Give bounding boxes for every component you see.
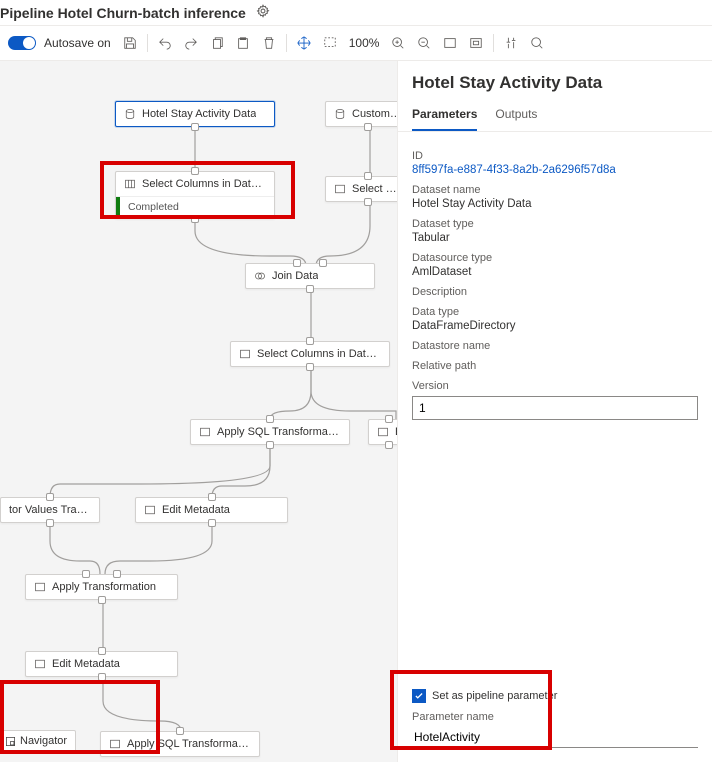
datastore-name-label: Datastore name bbox=[412, 340, 698, 352]
redo-icon[interactable] bbox=[180, 32, 202, 54]
module-icon bbox=[109, 738, 121, 750]
dataset-name-value: Hotel Stay Activity Data bbox=[412, 198, 698, 210]
dataset-icon bbox=[334, 108, 346, 120]
delete-icon[interactable] bbox=[258, 32, 280, 54]
module-icon bbox=[254, 270, 266, 282]
navigator-button[interactable]: Navigator bbox=[0, 730, 76, 752]
tab-outputs[interactable]: Outputs bbox=[495, 99, 537, 131]
node-label: tor Values Trans... bbox=[9, 504, 91, 516]
node-label: Join Data bbox=[272, 270, 318, 282]
node-label: Customer Dat bbox=[352, 108, 397, 120]
toolbar: Autosave on 100% bbox=[0, 25, 712, 61]
pipeline-param-label: Set as pipeline parameter bbox=[432, 690, 557, 702]
relative-path-label: Relative path bbox=[412, 360, 698, 372]
panel-title: Hotel Stay Activity Data bbox=[398, 61, 712, 99]
datatype-label: Data type bbox=[412, 306, 698, 318]
node-label: Edit Metadata bbox=[162, 504, 230, 516]
node-label: Hotel Stay Activity Data bbox=[142, 108, 256, 120]
gear-icon[interactable] bbox=[256, 4, 270, 21]
node-label: Apply SQL Transformation bbox=[217, 426, 341, 438]
version-label: Version bbox=[412, 380, 698, 392]
node-label: Apply SQL Transformation bbox=[127, 738, 251, 750]
dataset-name-label: Dataset name bbox=[412, 184, 698, 196]
node-sql-1[interactable]: Apply SQL Transformation bbox=[190, 419, 350, 445]
description-label: Description bbox=[412, 286, 698, 298]
pan-icon[interactable] bbox=[293, 32, 315, 54]
module-icon bbox=[199, 426, 211, 438]
dataset-type-label: Dataset type bbox=[412, 218, 698, 230]
properties-panel: Hotel Stay Activity Data Parameters Outp… bbox=[397, 61, 712, 762]
node-join-data[interactable]: Join Data bbox=[245, 263, 375, 289]
module-icon bbox=[124, 178, 136, 190]
navigator-icon bbox=[5, 736, 16, 747]
node-select-columns-3[interactable]: Select Columns in Dataset bbox=[230, 341, 390, 367]
module-icon bbox=[34, 658, 46, 670]
id-label: ID bbox=[412, 150, 698, 162]
node-edit-metadata-3[interactable]: Edit Metadata bbox=[25, 651, 178, 677]
dataset-type-value: Tabular bbox=[412, 232, 698, 244]
node-label: Select Columns in Dataset bbox=[142, 178, 266, 190]
param-name-input[interactable] bbox=[412, 727, 698, 748]
filter-icon[interactable] bbox=[500, 32, 522, 54]
select-icon[interactable] bbox=[319, 32, 341, 54]
node-sql-2[interactable]: Apply SQL Transformation bbox=[100, 731, 260, 757]
module-icon bbox=[239, 348, 251, 360]
node-edit-metadata-2[interactable]: Edit Metadata bbox=[135, 497, 288, 523]
page-title: Pipeline Hotel Churn-batch inference bbox=[0, 5, 246, 21]
datasource-type-label: Datasource type bbox=[412, 252, 698, 264]
undo-icon[interactable] bbox=[154, 32, 176, 54]
node-apply-transform[interactable]: Apply Transformation bbox=[25, 574, 178, 600]
node-edit-metadata-1[interactable]: Edit M bbox=[368, 419, 397, 445]
node-values-trans[interactable]: tor Values Trans... bbox=[0, 497, 100, 523]
node-hotel-data[interactable]: Hotel Stay Activity Data bbox=[115, 101, 275, 127]
datasource-type-value: AmlDataset bbox=[412, 266, 698, 278]
node-label: Apply Transformation bbox=[52, 581, 156, 593]
autosave-toggle[interactable] bbox=[8, 36, 36, 50]
node-label: Select Columns in Dataset bbox=[257, 348, 381, 360]
actual-size-icon[interactable] bbox=[465, 32, 487, 54]
pipeline-param-checkbox[interactable] bbox=[412, 689, 426, 703]
node-label: Select Colum bbox=[352, 183, 397, 195]
dataset-icon bbox=[124, 108, 136, 120]
datatype-value: DataFrameDirectory bbox=[412, 320, 698, 332]
module-icon bbox=[144, 504, 156, 516]
node-select-columns-1[interactable]: Select Columns in Dataset Completed bbox=[115, 171, 275, 219]
fit-icon[interactable] bbox=[439, 32, 461, 54]
navigator-label: Navigator bbox=[20, 735, 67, 747]
module-icon bbox=[34, 581, 46, 593]
paste-icon[interactable] bbox=[232, 32, 254, 54]
id-link[interactable]: 8ff597fa-e887-4f33-8a2b-2a6296f57d8a bbox=[412, 164, 698, 176]
node-label: Edit M bbox=[395, 426, 397, 438]
node-customer-data[interactable]: Customer Dat bbox=[325, 101, 397, 127]
zoom-level[interactable]: 100% bbox=[345, 36, 384, 50]
zoom-in-icon[interactable] bbox=[387, 32, 409, 54]
param-name-label: Parameter name bbox=[412, 711, 698, 723]
node-label: Edit Metadata bbox=[52, 658, 120, 670]
module-icon bbox=[334, 183, 346, 195]
version-input[interactable] bbox=[412, 396, 698, 420]
zoom-out-icon[interactable] bbox=[413, 32, 435, 54]
save-icon[interactable] bbox=[119, 32, 141, 54]
module-icon bbox=[377, 426, 389, 438]
search-icon[interactable] bbox=[526, 32, 548, 54]
copy-icon[interactable] bbox=[206, 32, 228, 54]
pipeline-canvas[interactable]: Hotel Stay Activity Data Customer Dat Se… bbox=[0, 61, 397, 762]
tab-parameters[interactable]: Parameters bbox=[412, 99, 477, 131]
node-select-columns-2[interactable]: Select Colum bbox=[325, 176, 397, 202]
autosave-label: Autosave on bbox=[44, 36, 111, 50]
